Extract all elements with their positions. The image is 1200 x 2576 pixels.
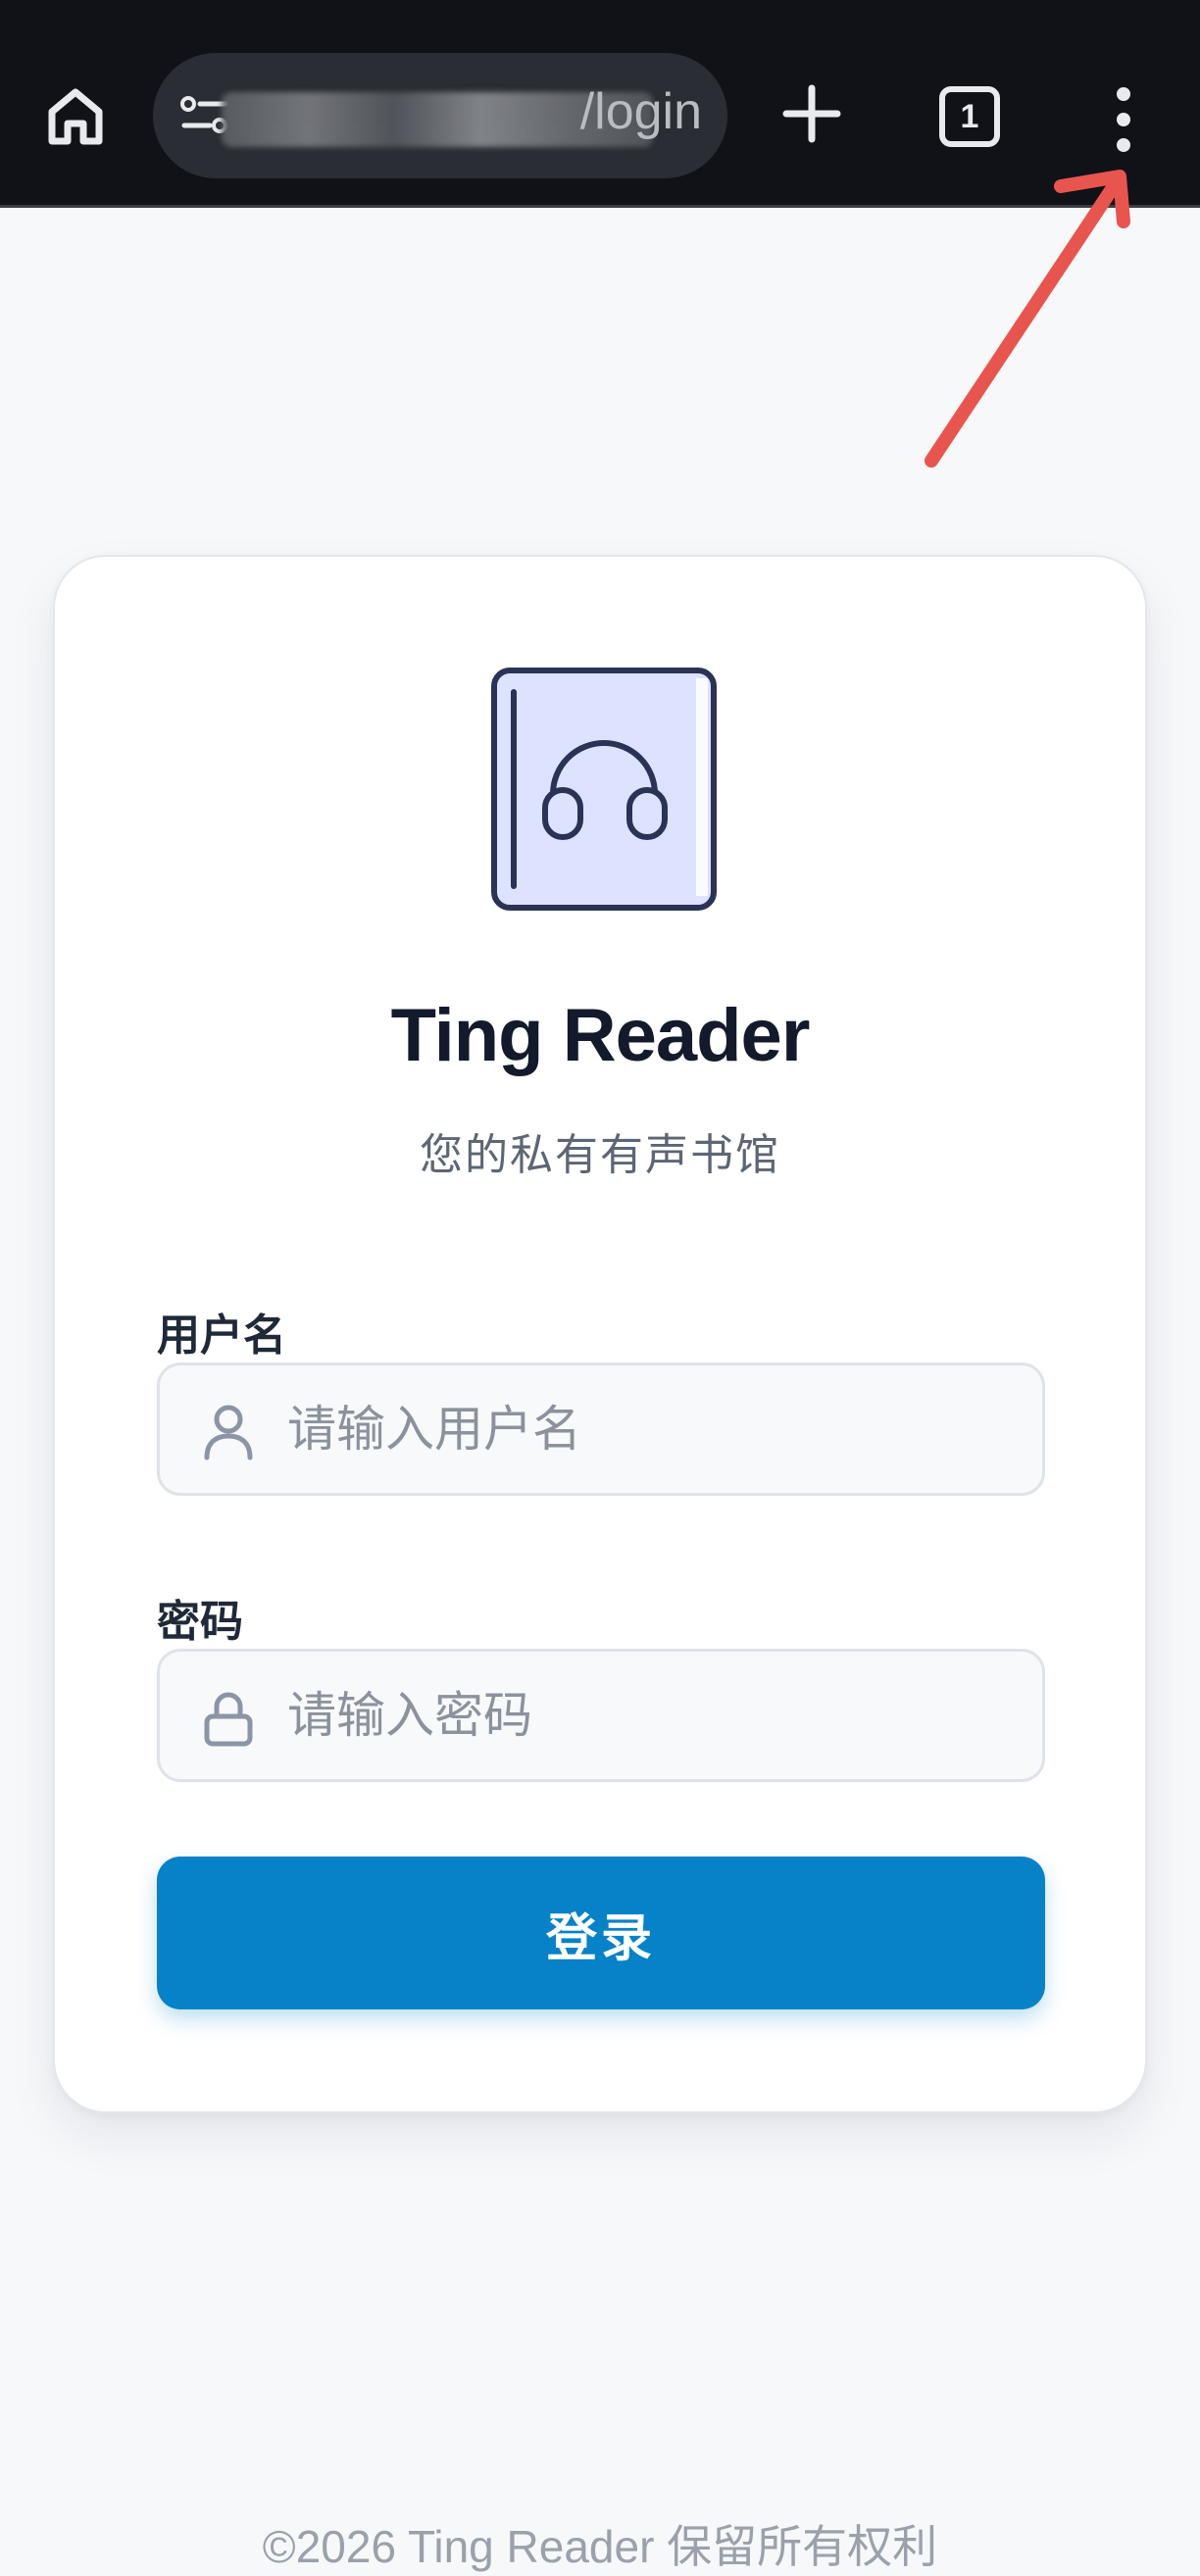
plus-icon[interactable] (780, 82, 843, 145)
home-icon (48, 88, 103, 145)
lock-icon (204, 1692, 253, 1747)
password-field[interactable] (157, 1649, 1045, 1782)
login-card: Ting Reader 您的私有有声书馆 用户名 密码 登录 (53, 555, 1147, 2113)
more-vert-icon[interactable] (1098, 84, 1149, 155)
browser-toolbar: /login 1 (0, 0, 1200, 208)
password-input[interactable] (287, 1652, 1013, 1779)
tab-switcher-button[interactable]: 1 (939, 86, 1000, 147)
password-label: 密码 (157, 1597, 243, 1647)
copyright-footer: ©2026 Ting Reader 保留所有权利 (262, 2521, 938, 2572)
login-button[interactable]: 登录 (157, 1857, 1045, 2009)
app-title: Ting Reader (390, 994, 811, 1077)
app-subtitle: 您的私有有声书馆 (420, 1130, 780, 1180)
url-text: /login (579, 83, 702, 140)
home-button[interactable] (39, 80, 112, 153)
user-icon (204, 1405, 253, 1461)
username-field[interactable] (157, 1362, 1045, 1496)
username-input[interactable] (287, 1365, 1013, 1493)
book-headphones-logo-icon (491, 668, 717, 911)
username-label: 用户名 (157, 1311, 286, 1361)
address-bar[interactable]: /login (153, 53, 727, 178)
